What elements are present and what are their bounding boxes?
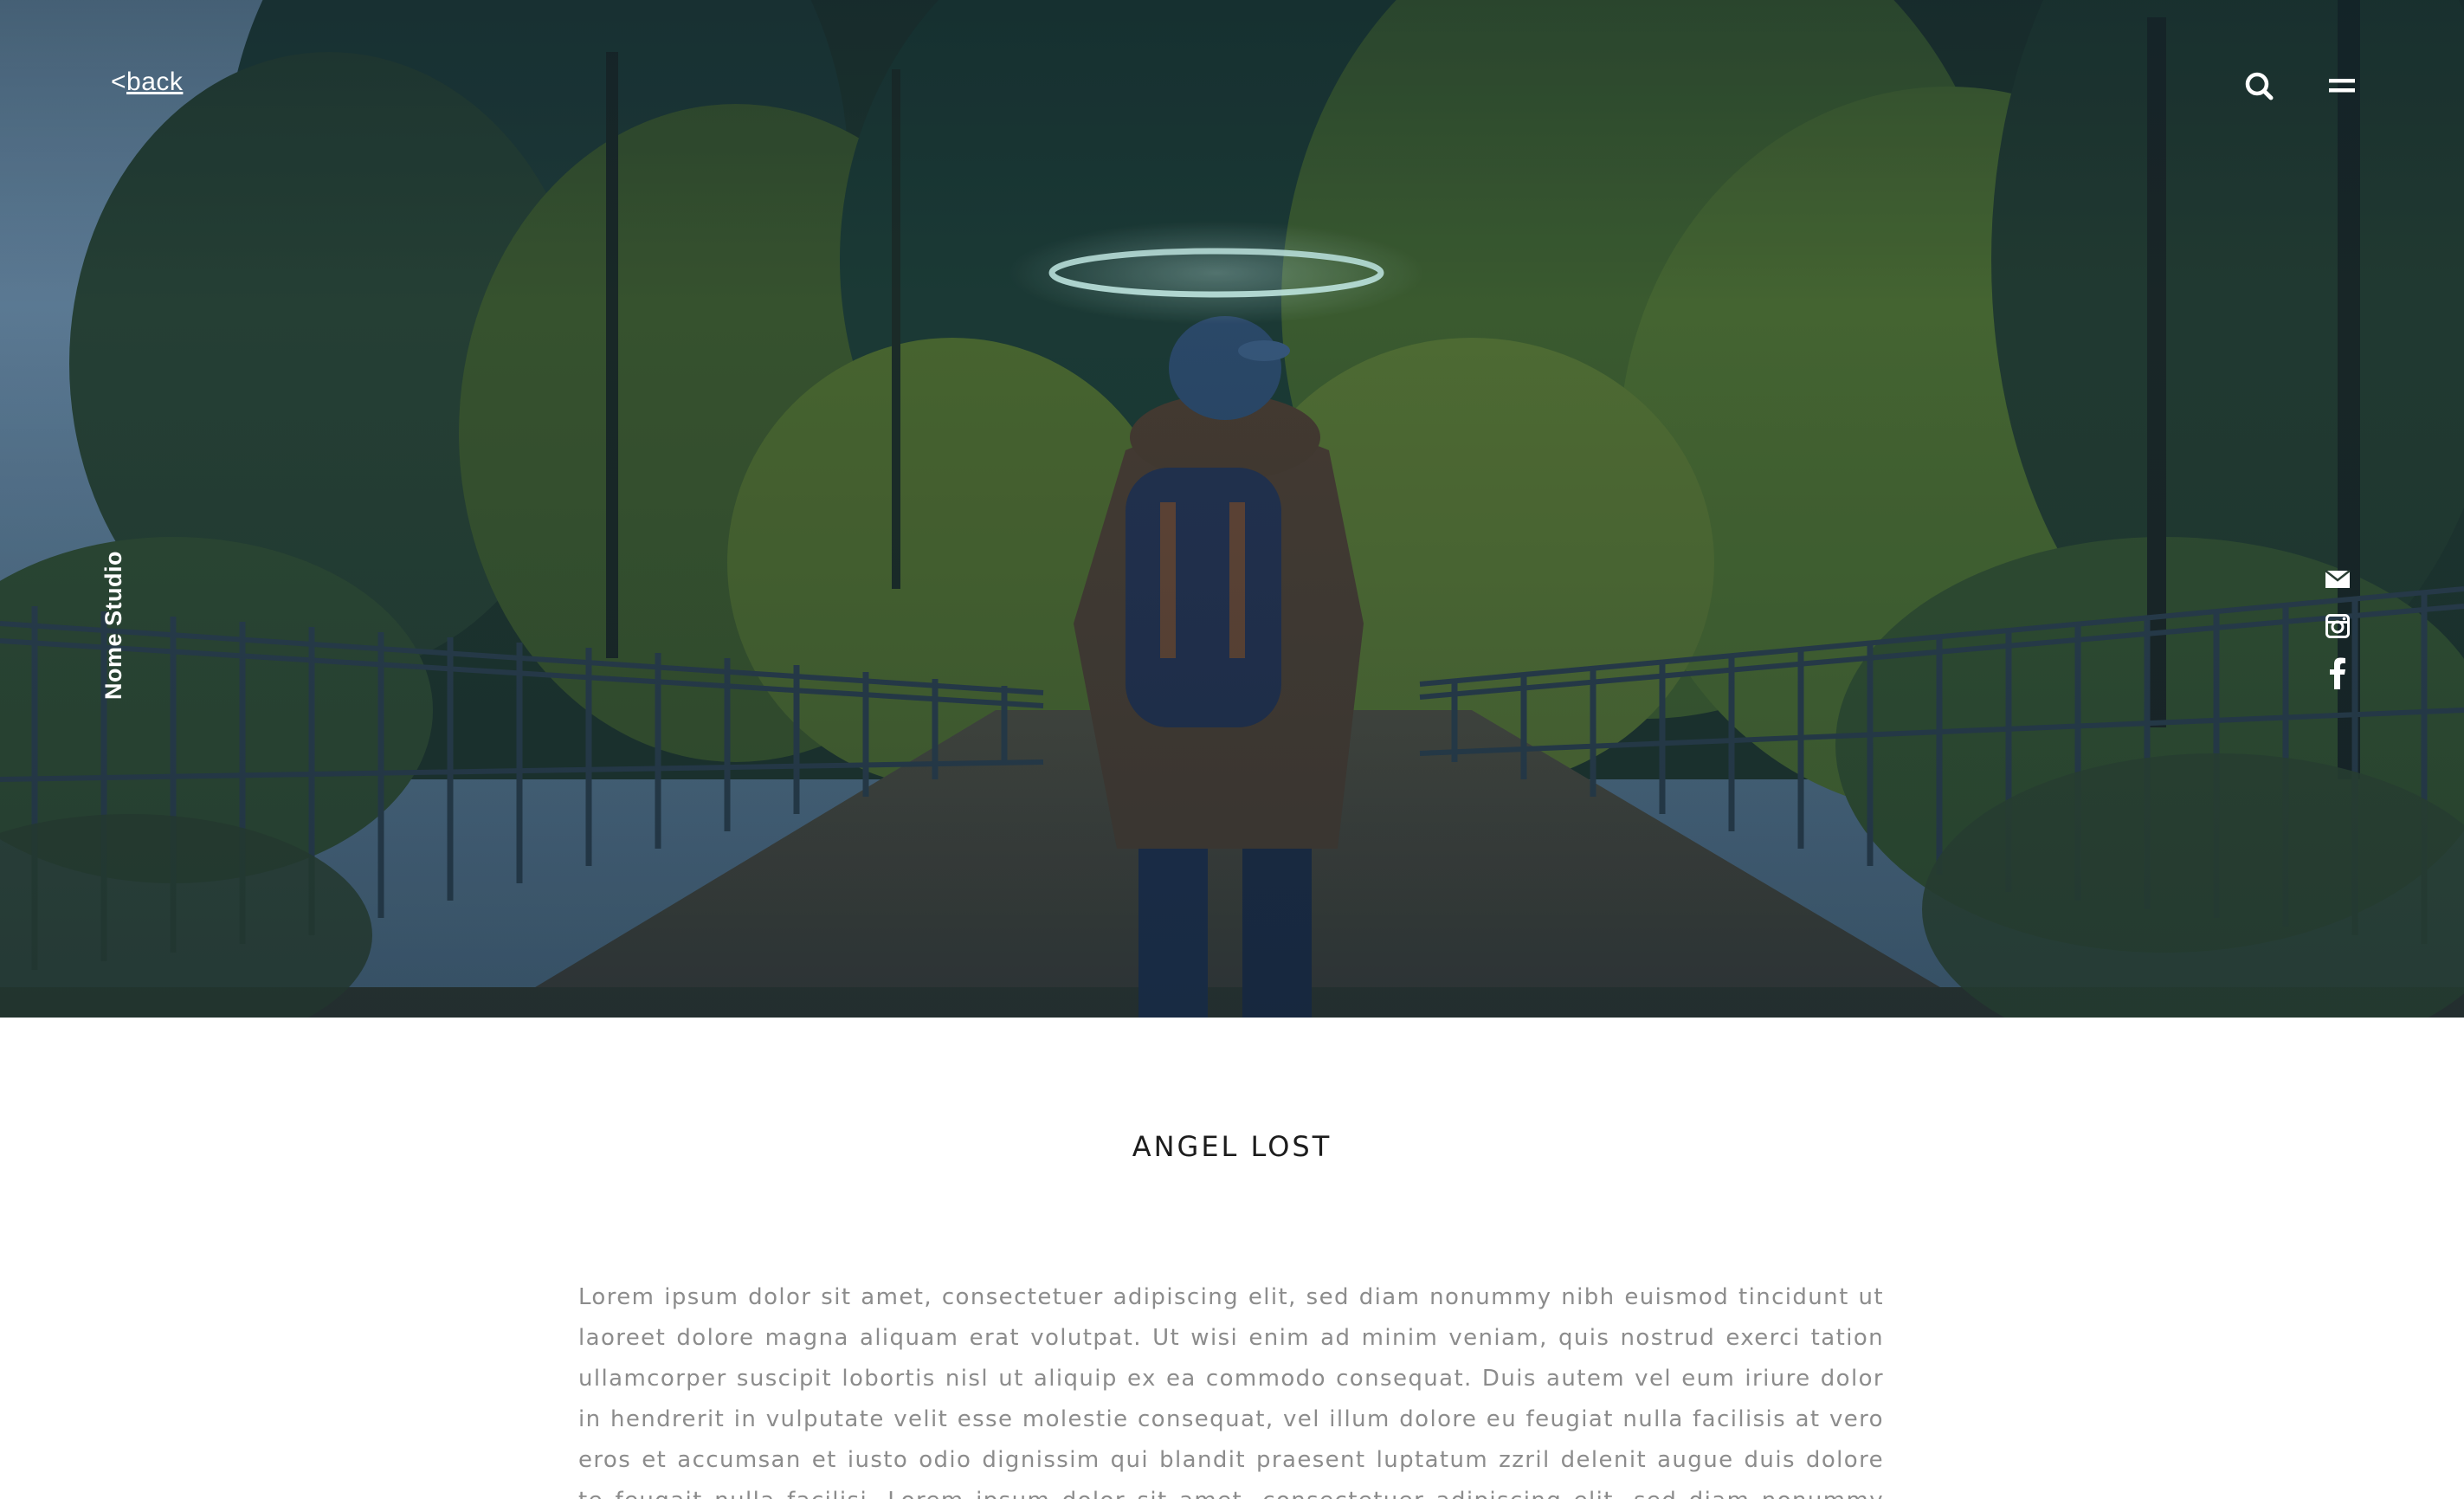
mail-icon: [2325, 570, 2351, 588]
search-icon: [2245, 72, 2274, 100]
menu-icon: [2329, 79, 2355, 93]
search-button[interactable]: [2237, 64, 2280, 107]
menu-button[interactable]: [2320, 64, 2364, 107]
instagram-link[interactable]: [2324, 610, 2351, 643]
facebook-link[interactable]: [2324, 656, 2351, 689]
facebook-icon: [2330, 657, 2345, 689]
hero-photo-illustration: [0, 0, 2464, 1018]
brand-name: Nome Studio: [100, 551, 126, 700]
article-section: ANGEL LOST Lorem ipsum dolor sit amet, c…: [0, 1018, 2464, 1499]
instagram-icon: [2325, 614, 2350, 638]
back-prefix: <: [111, 68, 127, 96]
hero-image: <back Nome Studio: [0, 0, 2464, 1018]
article-title: ANGEL LOST: [1132, 1130, 1332, 1163]
back-link[interactable]: <back: [111, 68, 183, 97]
back-label: back: [126, 68, 184, 96]
mail-link[interactable]: [2324, 563, 2351, 596]
article-body: Lorem ipsum dolor sit amet, consectetuer…: [578, 1284, 1884, 1499]
page: <back Nome Studio ANGEL LOST Lorem ipsum…: [0, 0, 2464, 1499]
social-links: [2321, 563, 2354, 689]
